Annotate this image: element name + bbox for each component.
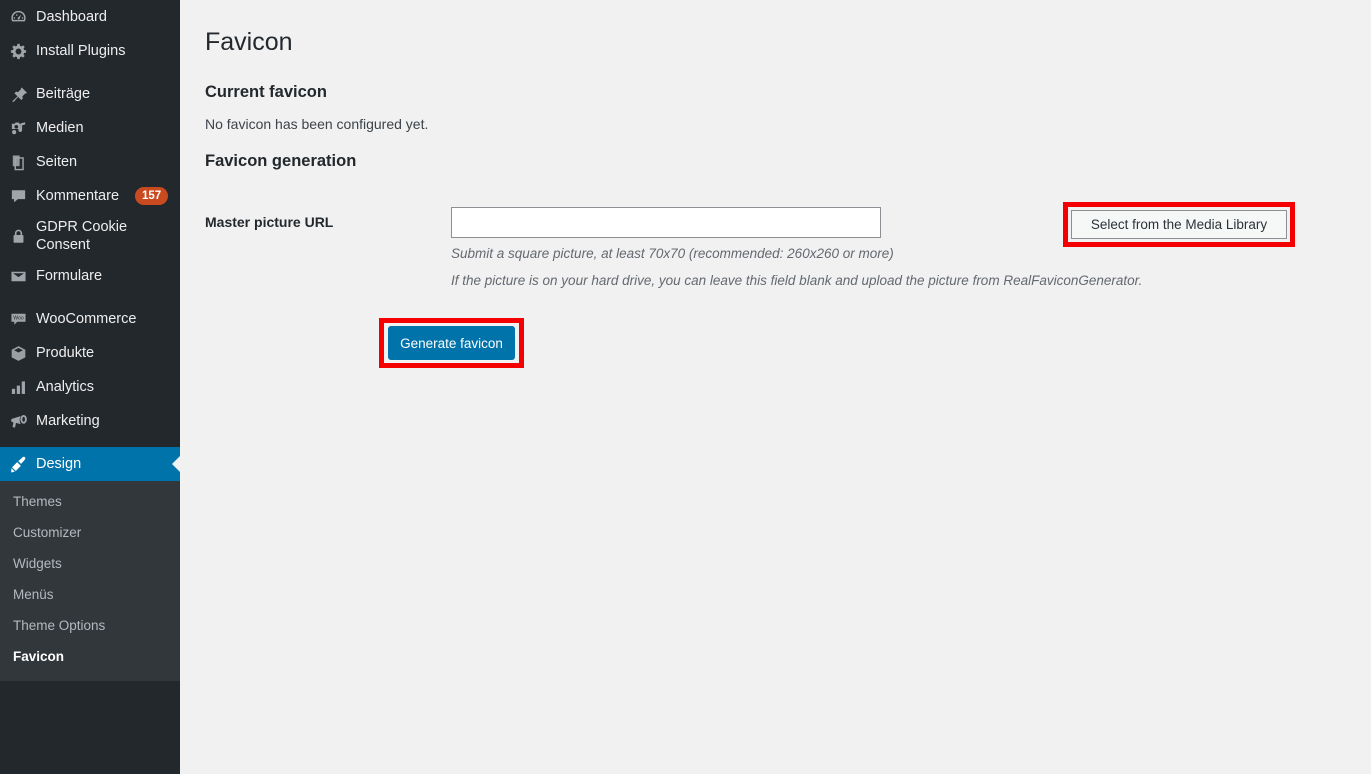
megaphone-icon <box>0 412 36 431</box>
sidebar-group-commerce: Woo WooCommerce Produkte Analytics Marke… <box>0 302 180 438</box>
sidebar-divider <box>0 438 180 447</box>
paintbrush-icon <box>0 455 36 474</box>
sidebar-item-label: Design <box>36 456 82 473</box>
master-picture-description-line-2: If the picture is on your hard drive, yo… <box>451 272 1143 288</box>
sidebar-divider <box>0 68 180 77</box>
submenu-item-theme-options[interactable]: Theme Options <box>0 611 180 642</box>
sidebar-item-analytics[interactable]: Analytics <box>0 370 180 404</box>
sidebar-item-label: Medien <box>36 119 84 136</box>
sidebar-submenu-design: Themes Customizer Widgets Menüs Theme Op… <box>0 481 180 681</box>
sidebar-item-label: Dashboard <box>36 8 107 25</box>
woo-bubble-icon: Woo <box>0 310 36 329</box>
envelope-icon <box>0 267 36 286</box>
sidebar-item-label: Formulare <box>36 268 103 285</box>
comment-bubble-icon <box>0 187 36 206</box>
sidebar-group-primary: Dashboard Install Plugins <box>0 0 180 68</box>
current-favicon-message: No favicon has been configured yet. <box>205 116 429 132</box>
highlight-box-generate-favicon <box>379 318 524 368</box>
sidebar-item-medien[interactable]: Medien <box>0 111 180 145</box>
submenu-item-customizer[interactable]: Customizer <box>0 518 180 549</box>
sidebar-item-label: Kommentare <box>36 187 120 204</box>
media-camera-music-icon <box>0 119 36 138</box>
submenu-item-themes[interactable]: Themes <box>0 487 180 518</box>
master-picture-url-label: Master picture URL <box>205 214 334 230</box>
main-content: Favicon Current favicon No favicon has b… <box>180 0 1371 774</box>
sidebar-item-label: Marketing <box>36 413 100 430</box>
sidebar-divider <box>0 293 180 302</box>
sidebar-item-label: Seiten <box>36 153 78 170</box>
sidebar-item-produkte[interactable]: Produkte <box>0 336 180 370</box>
submenu-item-widgets[interactable]: Widgets <box>0 549 180 580</box>
lock-icon <box>0 227 36 246</box>
sidebar-item-label: Analytics <box>36 379 95 396</box>
page-title: Favicon <box>205 28 293 56</box>
submenu-item-favicon[interactable]: Favicon <box>0 642 180 673</box>
admin-sidebar: Dashboard Install Plugins Beiträge Medie… <box>0 0 180 774</box>
sidebar-item-label: GDPR Cookie Consent <box>36 219 128 254</box>
sidebar-item-gdpr-cookie-consent[interactable]: GDPR Cookie Consent <box>0 213 180 259</box>
gear-icon <box>0 42 36 61</box>
favicon-generation-heading: Favicon generation <box>205 152 357 170</box>
pages-icon <box>0 153 36 172</box>
sidebar-item-label: Produkte <box>36 345 95 362</box>
sidebar-item-kommentare[interactable]: Kommentare 157 <box>0 179 180 213</box>
sidebar-item-label: Install Plugins <box>36 42 126 59</box>
comments-count-badge: 157 <box>135 187 169 205</box>
dashboard-gauge-icon <box>0 8 36 27</box>
sidebar-item-label: Beiträge <box>36 85 91 102</box>
box-icon <box>0 344 36 363</box>
sidebar-item-install-plugins[interactable]: Install Plugins <box>0 34 180 68</box>
master-picture-url-input[interactable] <box>451 207 881 238</box>
current-favicon-heading: Current favicon <box>205 83 327 101</box>
admin-screen: Dashboard Install Plugins Beiträge Medie… <box>0 0 1371 774</box>
sidebar-item-design[interactable]: Design <box>0 447 180 482</box>
svg-text:Woo: Woo <box>13 315 24 321</box>
highlight-box-media-library <box>1063 202 1295 247</box>
master-picture-url-field-group: Submit a square picture, at least 70x70 … <box>451 207 1142 291</box>
sidebar-item-label: WooCommerce <box>36 311 137 328</box>
sidebar-item-seiten[interactable]: Seiten <box>0 145 180 179</box>
sidebar-item-marketing[interactable]: Marketing <box>0 404 180 438</box>
submenu-item-menues[interactable]: Menüs <box>0 580 180 611</box>
master-picture-description-line-1: Submit a square picture, at least 70x70 … <box>451 246 894 261</box>
sidebar-item-dashboard[interactable]: Dashboard <box>0 0 180 34</box>
sidebar-item-woocommerce[interactable]: Woo WooCommerce <box>0 302 180 336</box>
bar-chart-icon <box>0 378 36 397</box>
pushpin-icon <box>0 85 36 104</box>
sidebar-item-formulare[interactable]: Formulare <box>0 259 180 293</box>
sidebar-item-beitraege[interactable]: Beiträge <box>0 77 180 111</box>
current-menu-arrow-icon <box>172 455 180 474</box>
sidebar-group-content: Beiträge Medien Seiten Kommentare 157 GD… <box>0 77 180 293</box>
